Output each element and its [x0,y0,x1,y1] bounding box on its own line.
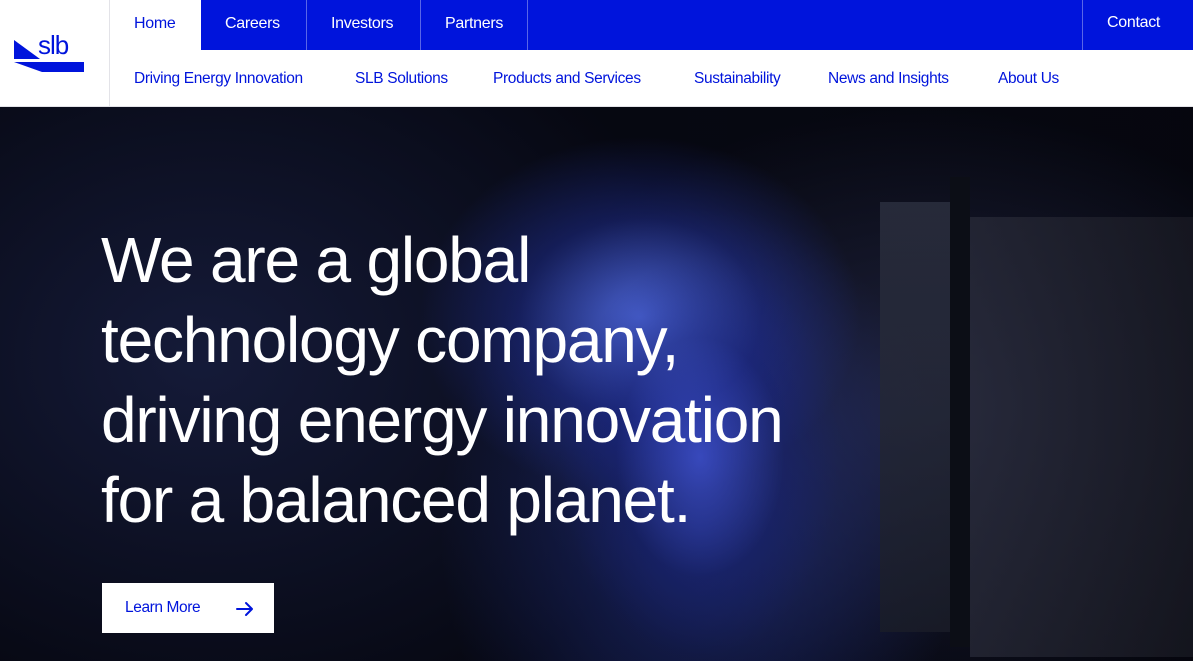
nav-driving-energy-innovation[interactable]: Driving Energy Innovation [134,70,303,88]
contact-label: Contact [1107,14,1161,31]
tab-partners-label: Partners [445,15,504,32]
tab-investors-label: Investors [331,15,394,32]
top-nav-bar: Home Careers Investors Partners Contact [110,0,1193,50]
tab-investors[interactable]: Investors [307,0,421,50]
tab-careers-label: Careers [225,15,280,32]
hero-background-rack [950,177,970,647]
tab-partners[interactable]: Partners [421,0,528,50]
svg-text:slb: slb [38,30,69,60]
hero-background-panel [970,217,1193,657]
learn-more-label: Learn More [125,599,201,616]
headline-line-1: We are a global [101,224,531,296]
headline-line-3: driving energy innovation [101,384,784,456]
contact-button[interactable]: Contact [1082,0,1193,50]
tab-home-label: Home [134,15,176,32]
nav-news-and-insights[interactable]: News and Insights [828,70,949,88]
nav-slb-solutions[interactable]: SLB Solutions [355,70,448,88]
arrow-right-icon [236,602,253,616]
slb-logo[interactable]: slb [0,0,110,106]
learn-more-button[interactable]: Learn More [102,583,274,633]
tab-careers[interactable]: Careers [201,0,307,50]
hero-headline: We are a global technology company, driv… [101,220,901,540]
nav-sustainability[interactable]: Sustainability [694,70,781,88]
nav-about-us[interactable]: About Us [998,70,1059,88]
headline-line-2: technology company, [101,304,679,376]
headline-line-4: for a balanced planet. [101,464,691,536]
nav-products-and-services[interactable]: Products and Services [493,70,641,88]
hero-banner: We are a global technology company, driv… [0,107,1193,661]
slb-logo-icon: slb [14,30,84,72]
tab-home[interactable]: Home [110,0,201,50]
site-header: slb Home Careers Investors Partners Cont… [0,0,1193,107]
